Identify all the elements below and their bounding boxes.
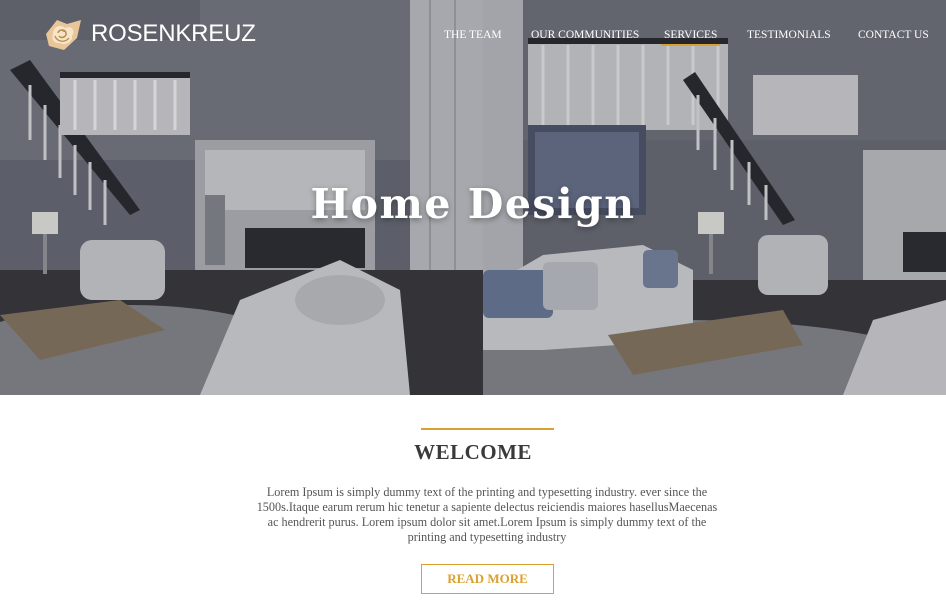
- nav-item-the-team[interactable]: THE TEAM: [444, 29, 502, 41]
- hero-banner: ROSENKREUZ THE TEAM OUR COMMUNITIES SERV…: [0, 0, 946, 395]
- welcome-body-text: Lorem Ipsum is simply dummy text of the …: [256, 485, 718, 544]
- read-more-button[interactable]: READ MORE: [421, 564, 554, 594]
- nav-item-testimonials[interactable]: TESTIMONIALS: [747, 29, 831, 41]
- nav-item-services[interactable]: SERVICES: [660, 29, 721, 46]
- nav-item-contact-us[interactable]: CONTACT US: [858, 29, 929, 41]
- main-navigation: THE TEAM OUR COMMUNITIES SERVICES TESTIM…: [0, 29, 946, 49]
- welcome-divider: [421, 428, 554, 430]
- welcome-title: WELCOME: [414, 440, 532, 464]
- nav-item-our-communities[interactable]: OUR COMMUNITIES: [531, 29, 639, 41]
- hero-title: Home Design: [310, 180, 636, 228]
